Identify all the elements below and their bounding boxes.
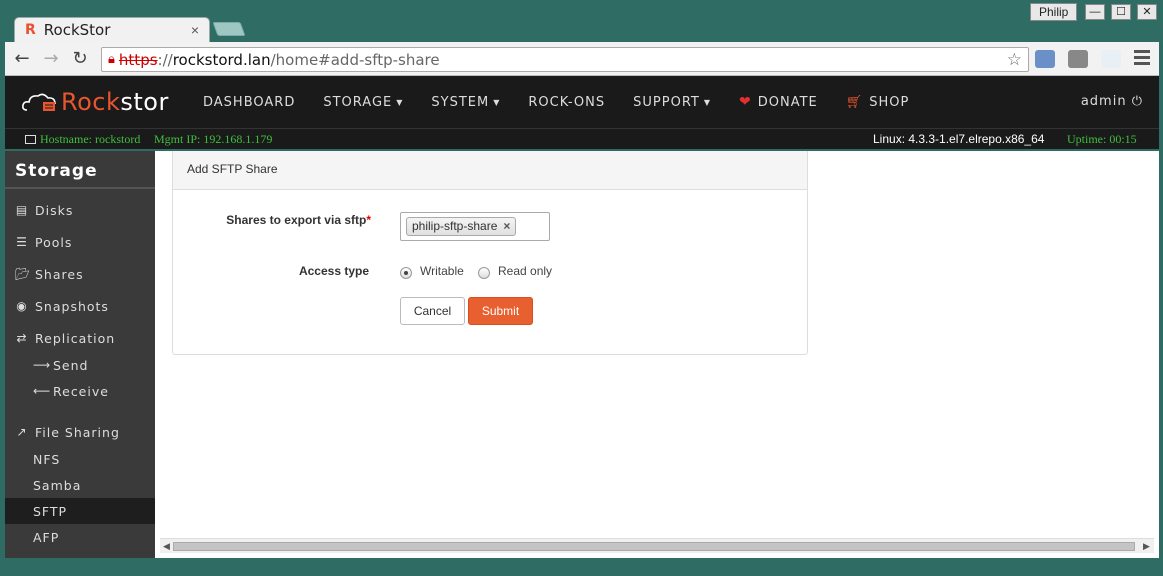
- new-tab-button[interactable]: [212, 22, 246, 36]
- insecure-lock-icon[interactable]: 🔒︎: [108, 52, 115, 67]
- sidebar-item-send[interactable]: ⟶ Send: [5, 352, 155, 378]
- read-only-radio[interactable]: [478, 267, 490, 279]
- add-sftp-share-panel: Add SFTP Share Shares to export via sftp…: [172, 151, 808, 355]
- sidebar-divider: [5, 187, 155, 189]
- app-header: Rockstor DASHBOARD STORAGE ▼ SYSTEM ▼ ROCK…: [5, 76, 1159, 128]
- submit-button[interactable]: Submit: [468, 297, 533, 325]
- disk-icon: ▤: [15, 203, 29, 217]
- sidebar-item-shares[interactable]: 📂︎ Shares: [5, 261, 155, 287]
- shares-label: Shares to export via sftp*: [226, 213, 371, 227]
- sidebar: Storage ▤ Disks ☰ Pools 📂︎ Shares ◉ Snapshot…: [5, 151, 155, 558]
- selected-share-label: philip-sftp-share: [412, 219, 498, 233]
- rockstor-logo[interactable]: Rockstor: [21, 88, 169, 116]
- scrollbar-thumb[interactable]: [173, 542, 1135, 551]
- sidebar-item-afp[interactable]: AFP: [5, 524, 155, 550]
- url-host: rockstord.lan: [172, 50, 271, 69]
- scroll-right-icon[interactable]: ▶: [1143, 541, 1150, 552]
- selected-share-tag: philip-sftp-share ×: [406, 217, 517, 236]
- kernel-version: Linux: 4.3.3-1.el7.elrepo.x86_64: [873, 132, 1045, 146]
- browser-toolbar: ← → ↻ 🔒︎ https :// rockstord.lan /home#a…: [5, 42, 1159, 76]
- power-icon: ⏻: [1131, 94, 1143, 109]
- writable-radio[interactable]: [400, 267, 412, 279]
- sidebar-item-receive[interactable]: ⟵ Receive: [5, 378, 155, 404]
- scroll-left-icon[interactable]: ◀: [163, 541, 170, 552]
- folder-icon: 📂︎: [15, 267, 32, 281]
- browser-menu-icon[interactable]: [1134, 50, 1150, 66]
- list-icon: ☰: [16, 235, 28, 249]
- caret-down-icon: ▼: [703, 97, 712, 107]
- horizontal-scrollbar[interactable]: ◀ ▶: [160, 538, 1154, 553]
- url-scheme: https: [118, 50, 158, 69]
- main-nav: DASHBOARD STORAGE ▼ SYSTEM ▼ ROCK-ONS SUPP…: [203, 76, 937, 128]
- sidebar-title: Storage: [15, 161, 98, 181]
- cloud-logo-icon: [22, 93, 56, 111]
- nav-system[interactable]: SYSTEM ▼: [431, 95, 500, 110]
- sidebar-item-pools[interactable]: ☰ Pools: [5, 229, 155, 255]
- url-separator: ://: [157, 50, 173, 69]
- sidebar-item-disks[interactable]: ▤ Disks: [5, 197, 155, 223]
- sidebar-item-sftp[interactable]: SFTP: [5, 498, 155, 524]
- back-button[interactable]: ←: [11, 48, 33, 70]
- cancel-button[interactable]: Cancel: [400, 297, 465, 325]
- sidebar-item-samba[interactable]: Samba: [5, 472, 155, 498]
- forward-button[interactable]: →: [40, 48, 62, 70]
- url-path: /home#add-sftp-share: [270, 50, 440, 69]
- writable-label: Writable: [420, 264, 464, 278]
- caret-down-icon: ▼: [493, 97, 501, 107]
- shares-select[interactable]: philip-sftp-share ×: [400, 212, 550, 241]
- address-bar[interactable]: 🔒︎ https :// rockstord.lan /home#add-sft…: [101, 47, 1029, 72]
- cart-icon: 🛒︎: [845, 94, 864, 110]
- camera-icon: ◉: [16, 299, 28, 313]
- bookmark-star-icon[interactable]: ☆: [1007, 50, 1022, 70]
- status-bar: Hostname: rockstord Mgmt IP: 192.168.1.1…: [5, 128, 1159, 149]
- monitor-icon: [25, 135, 36, 144]
- sidebar-item-nfs[interactable]: NFS: [5, 446, 155, 472]
- mgmt-ip: Mgmt IP: 192.168.1.179: [154, 132, 273, 146]
- extension-icon[interactable]: [1068, 50, 1088, 68]
- access-type-label: Access type: [298, 264, 369, 278]
- logo-text: Rockstor: [61, 88, 169, 116]
- extension-icon[interactable]: [1035, 50, 1055, 68]
- sidebar-item-file-sharing[interactable]: ↗ File Sharing: [5, 419, 155, 445]
- arrow-right-icon: ⟶: [33, 358, 52, 372]
- nav-dashboard[interactable]: DASHBOARD: [203, 95, 295, 110]
- arrow-left-icon: ⟵: [33, 384, 52, 398]
- extension-icon[interactable]: [1101, 50, 1121, 68]
- nav-rock-ons[interactable]: ROCK-ONS: [528, 95, 605, 110]
- sidebar-item-snapshots[interactable]: ◉ Snapshots: [5, 293, 155, 319]
- window-bottom-frame: [0, 558, 1163, 576]
- browser-titlebar: R RockStor × Philip — ☐ ✕: [0, 0, 1163, 42]
- rockstor-favicon-icon: R: [25, 22, 36, 38]
- share-icon: ↗: [16, 425, 28, 439]
- maximize-button[interactable]: ☐: [1111, 4, 1131, 20]
- minimize-button[interactable]: —: [1085, 4, 1105, 20]
- tab-title: RockStor: [43, 21, 111, 39]
- heart-icon: ❤: [739, 94, 752, 110]
- required-mark: *: [366, 213, 371, 227]
- close-window-button[interactable]: ✕: [1137, 4, 1157, 20]
- nav-support[interactable]: SUPPORT ▼: [633, 95, 711, 110]
- browser-tab[interactable]: R RockStor ×: [14, 17, 210, 42]
- sidebar-item-replication[interactable]: ⇄ Replication: [5, 325, 155, 351]
- nav-storage[interactable]: STORAGE ▼: [323, 95, 403, 110]
- nav-shop[interactable]: 🛒︎ SHOP: [846, 95, 910, 110]
- panel-title: Add SFTP Share: [173, 151, 807, 190]
- uptime: Uptime: 00:15: [1067, 132, 1137, 146]
- user-menu[interactable]: admin ⏻: [1081, 94, 1143, 109]
- main-content: Add SFTP Share Shares to export via sftp…: [155, 151, 1159, 558]
- caret-down-icon: ▼: [396, 97, 404, 107]
- hostname: Hostname: rockstord: [25, 132, 140, 147]
- remove-tag-icon[interactable]: ×: [503, 218, 510, 235]
- profile-button[interactable]: Philip: [1030, 3, 1078, 21]
- close-tab-icon[interactable]: ×: [191, 22, 199, 38]
- exchange-icon: ⇄: [16, 331, 28, 345]
- read-only-label: Read only: [498, 264, 553, 278]
- reload-button[interactable]: ↻: [69, 48, 91, 70]
- nav-donate[interactable]: ❤ DONATE: [739, 94, 818, 110]
